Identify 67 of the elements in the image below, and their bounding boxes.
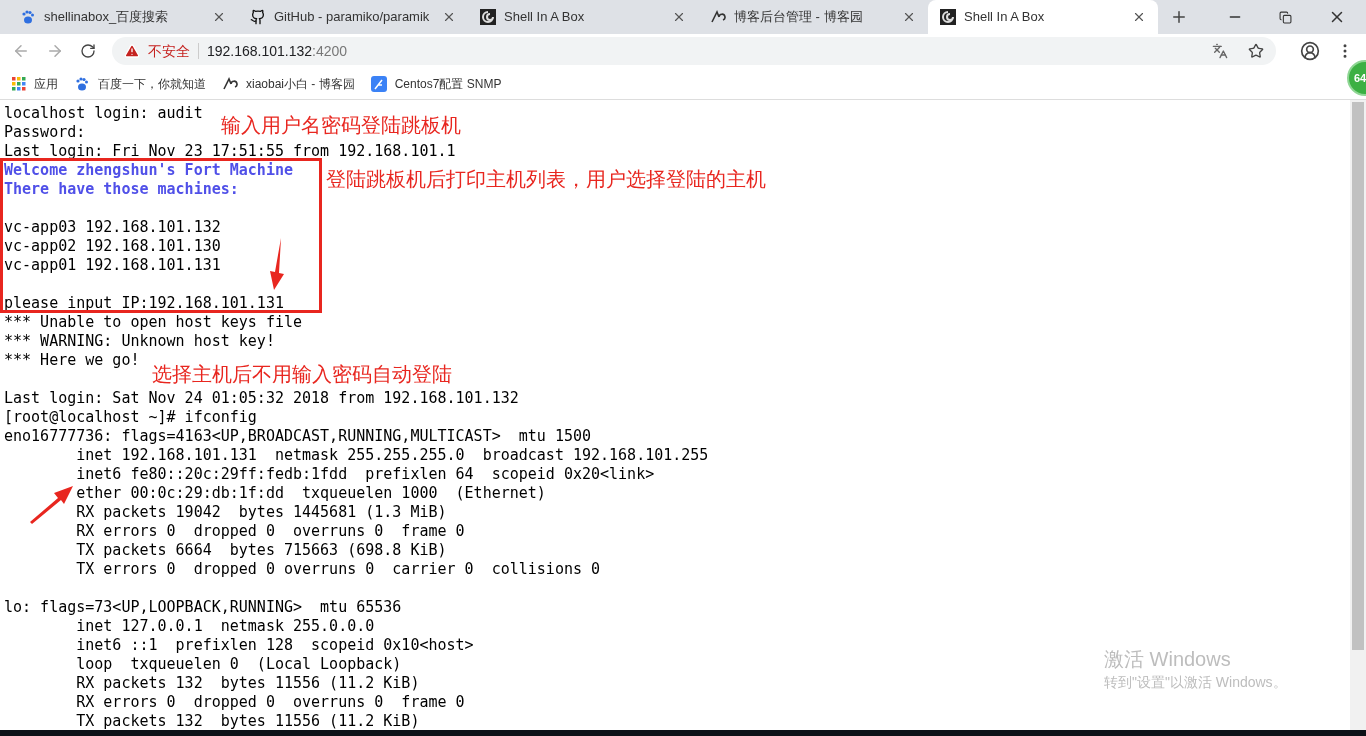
terminal-line: *** WARNING: Unknown host key! [4,332,275,350]
activation-notice: 激活 Windows 转到"设置"以激活 Windows。 [1104,647,1287,692]
url-text: 192.168.101.132:4200 [207,41,348,61]
terminal-line: Welcome zhengshun's Fort Machine [4,161,293,179]
close-icon[interactable] [902,10,916,24]
tab-title: Shell In A Box [964,8,1046,27]
terminal-line: inet6 ::1 prefixlen 128 scopeid 0x10<host> [75,636,474,654]
terminal-line: RX packets 19042 bytes 1445681 (1.3 MiB) [75,503,447,521]
terminal-line: Password: [4,123,86,141]
terminal-line: RX errors 0 dropped 0 overruns 0 frame 0 [75,522,465,540]
tab-title: GitHub - paramiko/paramik [274,8,431,27]
swirl-icon [940,9,956,25]
swirl-icon [480,9,496,25]
translate-icon[interactable] [1212,43,1228,59]
terminal-line: localhost login: audit [4,104,203,122]
tab-title: shellinabox_百度搜索 [44,8,170,27]
browser-tab[interactable]: Shell In A Box [928,0,1158,34]
terminal-line: Last login: Sat Nov 24 01:05:32 2018 from 192.168.101.132 [4,389,519,407]
terminal-line: ether 00:0c:29:db:1f:dd txqueuelen 1000 (Ethernet) [75,484,546,502]
annotation: 选择主机后不用输入密码自动登陆 [152,362,452,387]
terminal-line: please input IP:192.168.101.131 [4,294,284,312]
apps-icon [12,76,26,91]
terminal-line: [root@localhost ~]# ifconfig [4,408,257,426]
restore-icon[interactable] [1279,10,1292,24]
close-icon[interactable] [212,10,226,24]
bookmark[interactable]: xiaobai小白 - 博客园 [222,74,355,93]
star-icon[interactable] [1248,43,1264,59]
terminal-line: TX errors 0 dropped 0 overruns 0 carrier 0 collisions 0 [75,560,601,578]
terminal-line: vc-app01 192.168.101.131 [4,256,221,274]
paw-icon [20,9,36,25]
terminal-line: *** Unable to open host keys file [4,313,302,331]
terminal-line: lo: flags=73<UP,LOOPBACK,RUNNING> mtu 65536 [4,598,402,616]
terminal-line: There have those machines: [4,180,239,198]
tab-title: 博客后台管理 - 博客园 [734,8,864,27]
terminal-line: *** Here we go! [4,351,140,369]
bookmark[interactable]: 应用 [12,74,58,93]
terminal-line: RX packets 132 bytes 11556 (11.2 KiB) [75,674,420,692]
terminal-line: inet 192.168.101.131 netmask 255.255.255.0 broadcast 192.168.101.255 [75,446,709,464]
new-tab-icon[interactable] [1170,8,1188,26]
terminal-line: TX packets 6664 bytes 715663 (698.8 KiB) [75,541,447,559]
github-icon [250,9,266,25]
bookmark[interactable]: 百度一下，你就知道 [74,74,206,93]
annotation: 输入用户名密码登陆跳板机 [221,113,461,138]
close-icon[interactable] [672,10,686,24]
warning-icon [124,43,140,59]
bookmark[interactable]: Centos7配置 SNMP [370,74,502,93]
terminal-line: vc-app03 192.168.101.132 [4,218,221,236]
feather-icon [370,75,387,92]
reload-icon[interactable] [80,43,96,59]
terminal-line: Last login: Fri Nov 23 17:51:55 from 192.168.101.1 [4,142,456,160]
close-icon[interactable] [442,10,456,24]
terminal-line: vc-app02 192.168.101.130 [4,237,221,255]
tab-title: Shell In A Box [504,8,586,27]
paw-icon [74,75,90,92]
annotation: 登陆跳板机后打印主机列表，用户选择登陆的主机 [326,167,766,192]
terminal-line: eno16777736: flags=4163<UP,BROADCAST,RUNNING,MULTICAST> mtu 1500 [4,427,591,445]
profile-icon[interactable] [1300,41,1320,61]
security-label: 不安全 [148,41,190,61]
terminal-line: inet 127.0.0.1 netmask 255.0.0.0 [75,617,375,635]
close-icon[interactable] [1132,10,1146,24]
scrollbar[interactable] [1350,100,1366,730]
terminal-line: inet6 fe80::20c:29ff:fedb:1fdd prefixlen 64 scopeid 0x20<link> [75,465,655,483]
terminal-line: TX packets 132 bytes 11556 (11.2 KiB) [75,712,420,730]
terminal-line: loop txqueuelen 0 (Local Loopback) [75,655,402,673]
arrow-drawing [28,484,74,524]
address-bar[interactable]: 不安全 192.168.101.132:4200 [112,37,1276,65]
terminal-line: RX errors 0 dropped 0 overruns 0 frame 0 [75,693,465,711]
